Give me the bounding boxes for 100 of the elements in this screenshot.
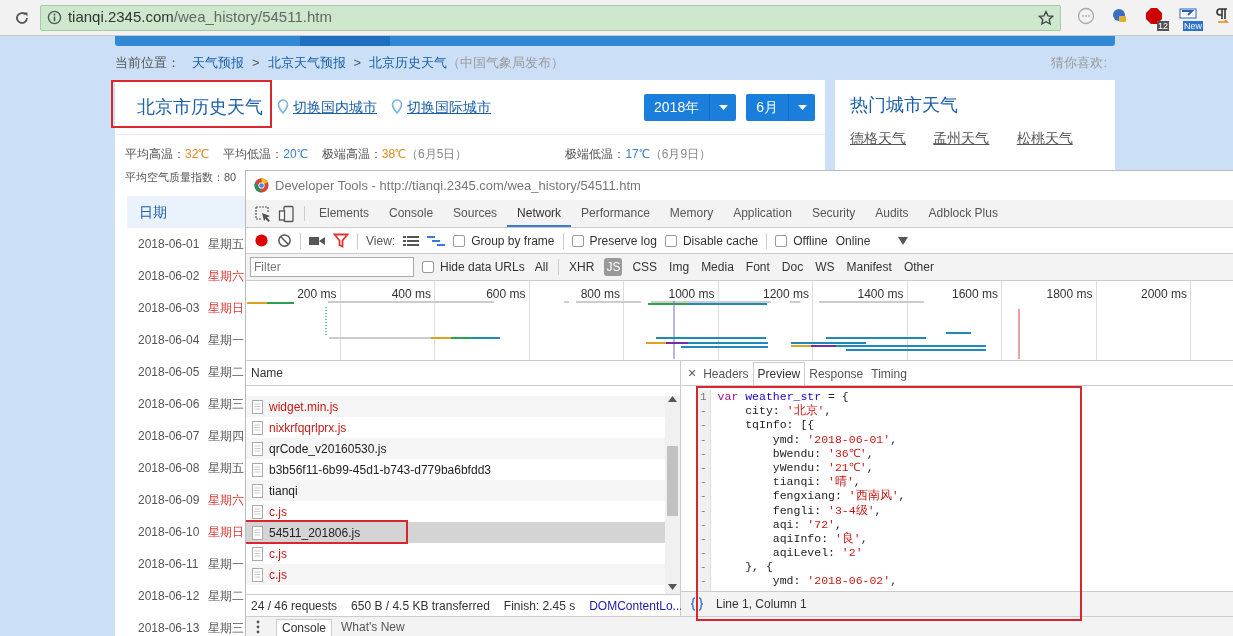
devtools-tab[interactable]: Performance [571,200,660,227]
code-line: yWendu: '21℃', [771,460,875,475]
type-filter[interactable]: Other [901,258,936,276]
city-link[interactable]: 德格天气 [850,128,934,149]
weekday-cell-text: 星期三 [208,620,244,636]
extension-badge: New [1183,20,1203,31]
camera-icon[interactable] [309,234,325,247]
devtools-tab[interactable]: Adblock Plus [918,200,1008,227]
location-pin-icon [277,99,289,115]
dropdown-button[interactable]: 6月 [746,93,815,121]
devtools-tab[interactable]: Sources [443,200,508,227]
date-cell-text: 2018-06-08 [138,460,201,477]
city-link[interactable]: 孟州天气 [933,128,1017,149]
line-number: - [700,404,707,419]
timeline-tick-label: 1000 ms [668,287,715,301]
devtools-tab[interactable]: Audits [865,200,919,227]
inspect-icon[interactable] [254,204,272,223]
request-row[interactable]: c.js [246,564,665,585]
scroll-down-icon[interactable] [668,584,677,590]
type-filter[interactable]: Doc [779,258,806,276]
breadcrumb-link[interactable]: 北京历史天气 [369,53,448,73]
devtools-tab[interactable]: Application [723,200,802,227]
drawer-tab[interactable]: What's New [336,619,410,636]
throttling-dropdown[interactable]: Online [835,231,909,250]
waterfall-view-icon[interactable] [427,234,446,247]
device-toolbar-icon[interactable] [278,204,296,223]
line-number: - [700,546,707,561]
request-row[interactable]: widget.min.js [246,396,665,417]
line-number: - [700,531,707,547]
devtools-tab[interactable]: Network [507,200,572,227]
breadcrumb-link[interactable]: 天气预报 [192,53,244,73]
detail-tab[interactable]: Timing [867,362,911,385]
status-text: 650 B / 4.5 KB transferred [351,597,490,615]
extension-icon[interactable] [1111,6,1129,25]
type-filter[interactable]: CSS [630,258,660,276]
close-button[interactable]: × [685,361,700,385]
drawer-tab[interactable]: Console [276,619,333,636]
dropdown-button[interactable]: 2018年 [644,93,737,121]
more-options-icon[interactable] [256,619,260,634]
filter-field[interactable]: Filter [250,257,414,277]
type-filter[interactable]: Img [667,258,692,276]
request-row[interactable]: tianqi [246,480,665,501]
bookmark-star-icon[interactable] [1038,9,1054,26]
code-line: fengli: '3-4级', [771,503,883,518]
devtools-tab[interactable]: Memory [659,200,724,227]
date-cell-text: 2018-06-01 [138,236,201,253]
file-icon [252,399,263,414]
type-filter[interactable]: XHR [567,258,597,276]
status-link[interactable]: DOMContentLo... [589,596,683,615]
card-title: 热门城市天气 [850,94,959,117]
clear-icon[interactable] [277,233,292,248]
checkbox[interactable]: Offline [775,231,828,250]
timeline-tick-label: 1800 ms [1046,287,1093,301]
date-cell-text: 2018-06-12 [138,588,201,605]
checkbox[interactable]: Hide data URLs [422,258,525,276]
detail-tab[interactable]: Response [805,362,868,385]
type-filter[interactable]: WS [813,258,837,276]
filter-icon[interactable] [333,233,349,248]
timeline-tick-label: 600 ms [486,287,526,301]
city-link[interactable]: 松桃天气 [1016,128,1100,149]
scrollbar[interactable] [665,396,680,594]
timeline-tick-label: 1600 ms [951,287,998,301]
extension-icon[interactable] [1213,6,1231,25]
type-filter[interactable]: Media [699,258,736,276]
list-view-icon[interactable] [403,234,420,247]
breadcrumb-link[interactable]: 北京天气预报 [267,53,346,73]
checkbox[interactable]: Disable cache [664,231,759,250]
date-cell-text: 2018-06-02 [138,268,201,285]
type-filter[interactable]: Font [743,258,772,276]
page-title: 北京市历史天气 [137,95,263,119]
line-number: - [700,460,707,476]
devtools-tab[interactable]: Elements [309,200,380,227]
reload-icon[interactable] [14,9,30,26]
detail-tab[interactable]: Headers [699,362,753,385]
line-number: - [700,432,707,447]
extension-icon[interactable] [1145,6,1163,25]
section-label: 猜你喜欢: [1051,54,1107,73]
devtools-tab[interactable]: Console [379,200,444,227]
checkbox[interactable]: Group by frame [453,231,555,250]
type-filter[interactable]: All [532,258,551,276]
caret-icon [797,104,807,110]
code-line: ymd: '2018-06-02', [771,574,899,589]
scroll-up-icon[interactable] [668,396,677,402]
pretty-print-icon[interactable] [690,597,704,611]
location-pin-icon [391,99,403,115]
date-cell-text: 2018-06-11 [138,556,200,573]
request-row[interactable]: 54511_201806.js [246,522,665,543]
request-row[interactable]: qrCode_v20160530.js [246,438,665,459]
checkbox[interactable]: Preserve log [571,231,657,250]
line-number: - [700,475,707,490]
address-bar[interactable]: tianqi.2345.com/wea_history/54511.htm [39,4,1061,31]
detail-tab[interactable]: Preview [752,362,806,385]
weekday-cell-text: 星期六 [208,492,244,509]
record-icon[interactable] [254,233,269,248]
file-icon [252,462,263,477]
weekday-cell-text: 星期五 [208,236,244,253]
line-number: - [700,446,707,461]
type-filter[interactable]: Manifest [844,258,894,276]
info-icon[interactable] [46,10,62,25]
statistic-text: 平均低温：20℃ [223,146,308,163]
